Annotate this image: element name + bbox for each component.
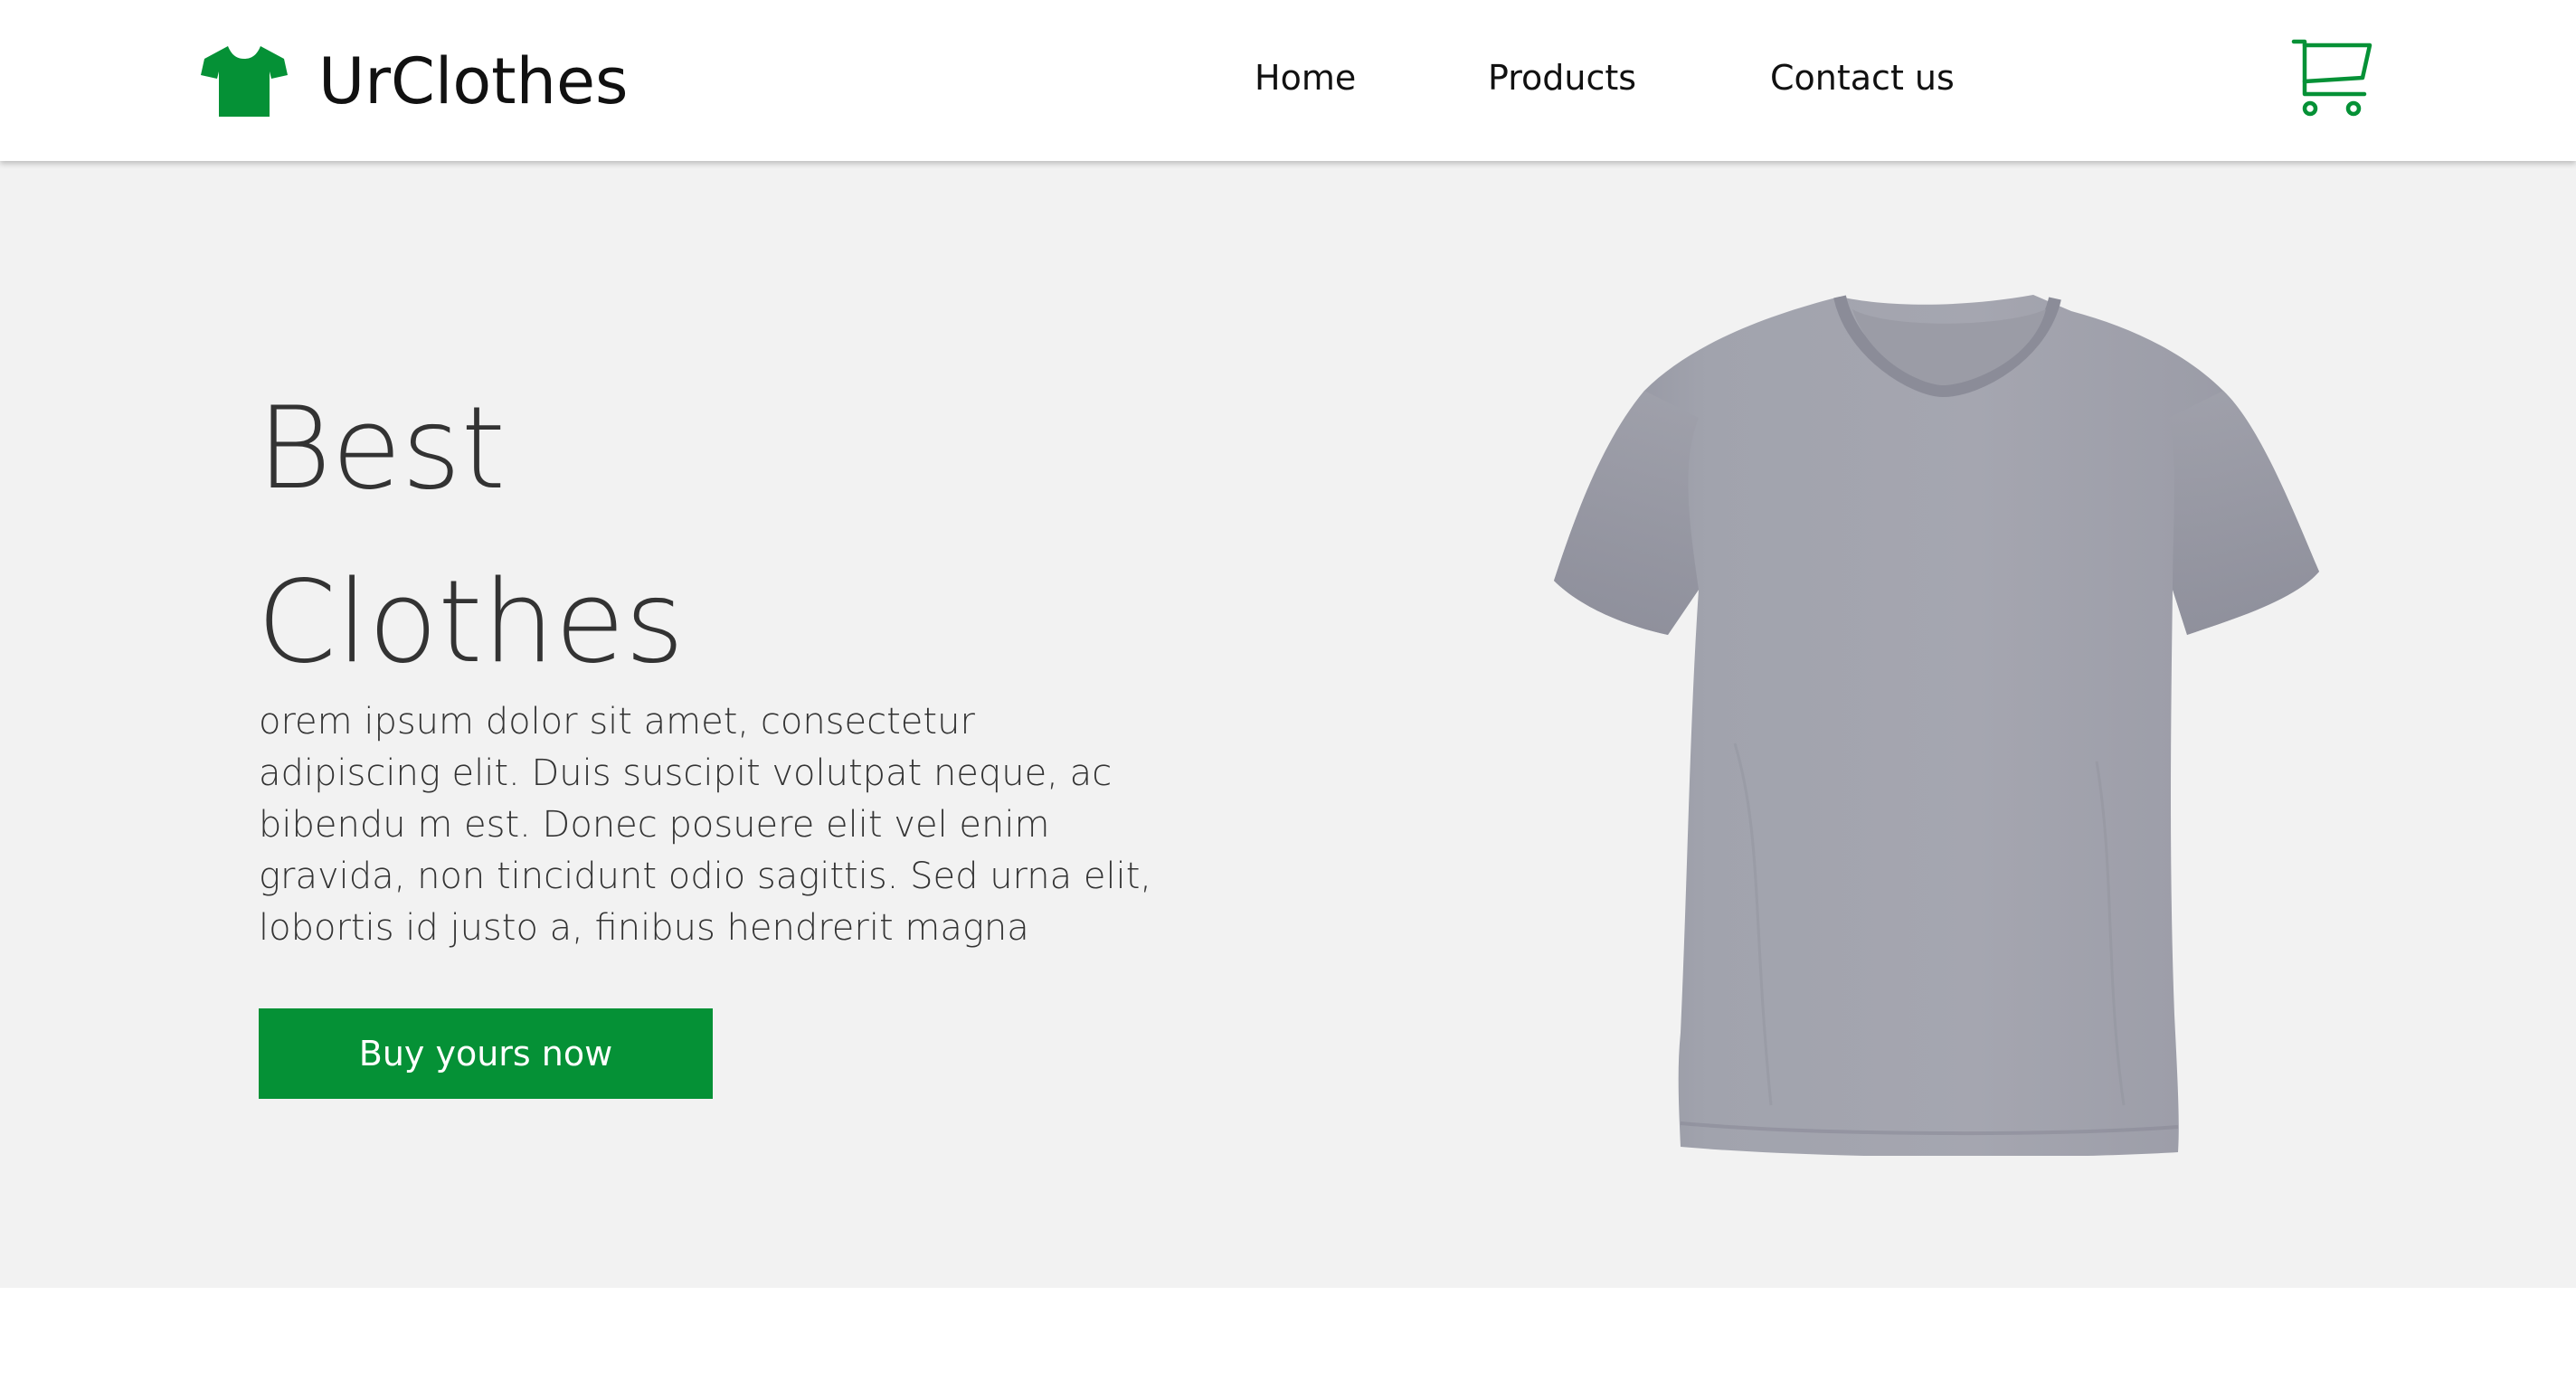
nav-home-link[interactable]: Home	[1255, 51, 1356, 105]
navbar: UrClothes Home Products Contact us	[0, 0, 2576, 161]
tshirt-icon	[201, 44, 288, 118]
cart-button[interactable]	[2290, 36, 2375, 121]
brand-logo[interactable]: UrClothes	[201, 36, 629, 127]
hero-title-line1: Best	[257, 382, 507, 515]
nav-contact-link[interactable]: Contact us	[1770, 51, 1955, 105]
grey-tshirt-image	[1554, 291, 2319, 1156]
brand-name: UrClothes	[318, 44, 629, 118]
hero-section: Best Clothes orem ipsum dolor sit amet, …	[0, 161, 2576, 1288]
hero-title-line2: Clothes	[257, 555, 685, 688]
nav-products-link[interactable]: Products	[1488, 51, 1636, 105]
cart-icon	[2290, 36, 2375, 121]
hero-title: Best Clothes	[257, 362, 685, 709]
buy-now-button[interactable]: Buy yours now	[259, 1008, 713, 1099]
hero-description: orem ipsum dolor sit amet, consectetur a…	[259, 701, 1152, 949]
page-footer-space	[0, 1288, 2576, 1400]
